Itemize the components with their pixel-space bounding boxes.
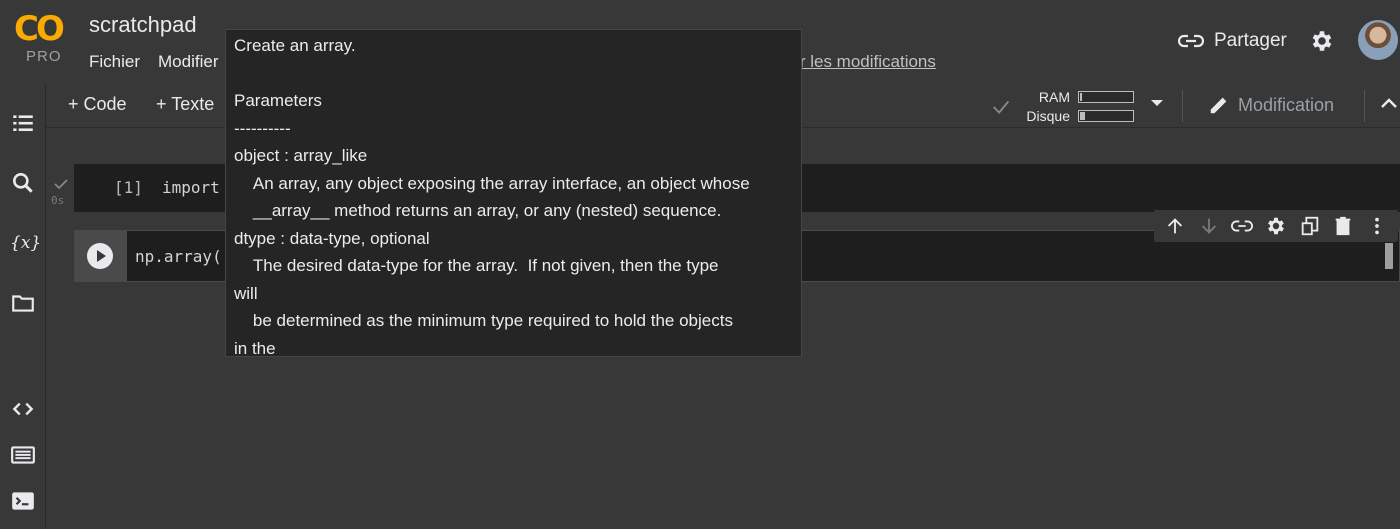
link-icon [1178,34,1204,48]
disk-meter [1078,110,1134,122]
notebook-title[interactable]: scratchpad [89,12,197,38]
ram-meter [1078,91,1134,103]
ram-meter-fill [1080,93,1082,101]
toc-icon[interactable] [10,110,36,136]
pencil-icon [1210,97,1227,114]
gear-icon[interactable] [1265,215,1287,237]
toolbar-divider [1182,90,1183,122]
share-label: Partager [1214,30,1287,51]
execution-count: [1] [114,178,143,197]
pro-badge: PRO [26,48,62,65]
run-cell-button[interactable] [87,243,113,269]
menu-modifier[interactable]: Modifier [158,52,218,72]
arrow-down-icon[interactable] [1198,215,1220,237]
ram-label: RAM [1038,89,1070,105]
add-code-button[interactable]: + Code [68,94,127,115]
menu-fichier[interactable]: Fichier [89,52,140,72]
resource-meters[interactable] [1078,91,1134,129]
cell-toolbar [1154,210,1398,242]
edit-mode-label: Modification [1238,94,1335,115]
link-icon[interactable] [1231,215,1254,237]
cell-gutter [75,231,127,281]
resource-labels[interactable]: RAM Disque [1014,88,1070,126]
folder-icon[interactable] [10,290,36,316]
chevron-up-icon[interactable] [1380,96,1398,110]
colab-logo[interactable]: CO PRO [12,12,70,68]
disk-label: Disque [1026,108,1070,124]
terminal-icon[interactable] [10,488,36,514]
search-icon[interactable] [10,170,36,196]
variables-icon[interactable]: {x} [10,230,41,256]
left-sidebar: {x} [0,84,46,529]
cell-code[interactable]: np.array( [135,247,222,266]
connected-check-icon [993,100,1010,114]
mirror-cell-icon[interactable] [1299,215,1321,237]
more-vert-icon[interactable] [1366,215,1388,237]
menu-bar: Fichier Modifier [89,52,218,72]
edit-mode-button[interactable]: Modification [1208,94,1334,116]
logo-text: CO [14,9,65,49]
arrow-up-icon[interactable] [1164,215,1186,237]
share-button[interactable]: Partager [1178,30,1287,52]
execution-time: 0s [51,194,65,207]
docstring-tooltip: Create an array. Parameters ---------- o… [225,29,802,357]
command-palette-icon[interactable] [10,442,36,468]
check-icon [54,179,68,190]
editor-scrollbar[interactable] [1385,243,1393,269]
chevron-down-icon[interactable] [1150,98,1164,108]
save-changes-link[interactable]: trer les modifications [780,52,936,72]
avatar[interactable] [1358,20,1398,60]
code-snippets-icon[interactable] [10,396,36,422]
gear-icon[interactable] [1309,28,1335,54]
add-text-button[interactable]: + Texte [156,94,214,115]
delete-icon[interactable] [1332,215,1354,237]
disk-meter-fill [1080,112,1086,120]
toolbar-divider [1364,90,1365,122]
